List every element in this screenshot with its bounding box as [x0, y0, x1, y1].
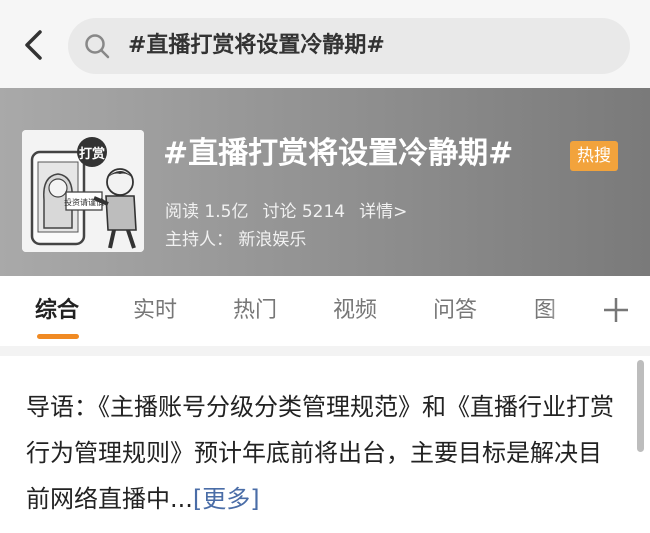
- topic-stats: 阅读 1.5亿 讨论 5214 详情>: [165, 200, 421, 224]
- chevron-left-icon: [25, 30, 42, 60]
- add-tab-button[interactable]: [598, 292, 634, 328]
- topic-image: 打赏 投资请谨慎: [22, 130, 144, 252]
- tab-qa[interactable]: 问答: [433, 296, 477, 326]
- search-icon: [85, 34, 110, 59]
- topic-banner: 打赏 投资请谨慎 #直播打赏将设置冷静期# 热搜 阅读 1.5亿 讨论 5214 详…: [0, 88, 650, 276]
- topic-intro: 导语：《主播账号分级分类管理规范》和《直播行业打赏行为管理规则》预计年底前将出台…: [26, 384, 616, 522]
- tab-comprehensive[interactable]: 综合: [35, 296, 79, 326]
- search-input[interactable]: #直播打赏将设置冷静期#: [68, 18, 630, 74]
- hot-search-badge: 热搜: [570, 141, 618, 171]
- tab-hot[interactable]: 热门: [233, 296, 277, 326]
- search-query: #直播打赏将设置冷静期#: [128, 33, 385, 58]
- section-divider: [0, 346, 650, 356]
- more-link[interactable]: [更多]: [193, 485, 260, 513]
- tab-video[interactable]: 视频: [333, 296, 377, 326]
- topic-title: #直播打赏将设置冷静期#: [163, 136, 514, 171]
- search-header: #直播打赏将设置冷静期#: [0, 0, 650, 88]
- back-button[interactable]: [18, 28, 52, 62]
- plus-icon: [604, 298, 628, 322]
- intro-text: 导语：《主播账号分级分类管理规范》和《直播行业打赏行为管理规则》预计年底前将出台…: [26, 393, 614, 513]
- image-caption: 打赏: [79, 146, 105, 162]
- tab-bar: 综合 实时 热门 视频 问答 图: [0, 276, 650, 346]
- read-count: 阅读 1.5亿: [165, 202, 249, 222]
- tab-realtime[interactable]: 实时: [133, 296, 177, 326]
- active-tab-indicator: [37, 334, 79, 339]
- tab-fade-overlay: [548, 276, 580, 346]
- scrollbar[interactable]: [637, 360, 644, 452]
- discussion-count: 讨论 5214: [262, 202, 346, 222]
- topic-host: 主持人： 新浪娱乐: [165, 230, 307, 250]
- details-link[interactable]: 详情>: [359, 202, 407, 222]
